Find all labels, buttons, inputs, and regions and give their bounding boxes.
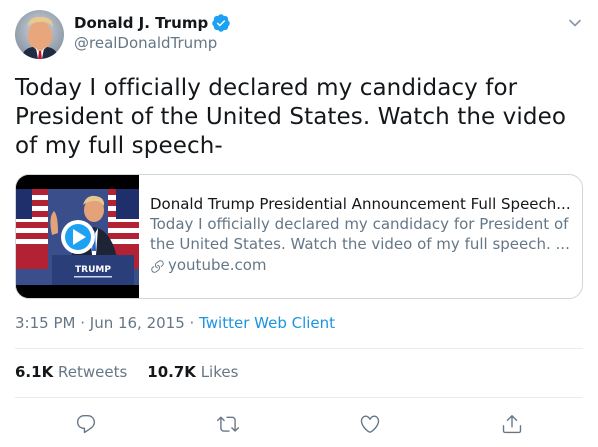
retweets-label: Retweets bbox=[57, 363, 128, 381]
card-body[interactable]: Donald Trump Presidential Announcement F… bbox=[139, 175, 582, 298]
divider bbox=[15, 348, 583, 349]
reply-icon[interactable] bbox=[75, 413, 97, 435]
divider bbox=[15, 397, 583, 398]
display-name[interactable]: Donald J. Trump bbox=[74, 13, 208, 33]
chevron-down-icon[interactable] bbox=[567, 15, 583, 31]
tweet-actions bbox=[0, 410, 598, 438]
meta-separator: · bbox=[184, 314, 200, 332]
link-icon bbox=[150, 258, 165, 273]
author-handle[interactable]: @realDonaldTrump bbox=[74, 33, 217, 53]
link-preview-card[interactable]: TRUMP Donald Trump Presidential Announce… bbox=[15, 174, 583, 299]
card-domain-text: youtube.com bbox=[168, 256, 267, 274]
meta-separator: · bbox=[75, 314, 90, 332]
tweet-time[interactable]: 3:15 PM bbox=[15, 313, 75, 333]
tweet-text: Today I officially declared my candidacy… bbox=[15, 75, 566, 159]
share-icon[interactable] bbox=[501, 413, 523, 435]
video-thumbnail-image: TRUMP bbox=[16, 175, 139, 298]
like-icon[interactable] bbox=[359, 413, 381, 435]
retweets-stat[interactable]: 6.1K Retweets bbox=[15, 362, 127, 382]
tweet-meta: 3:15 PM · Jun 16, 2015 · Twitter Web Cli… bbox=[15, 313, 335, 333]
tweet-date[interactable]: Jun 16, 2015 bbox=[90, 313, 185, 333]
card-title[interactable]: Donald Trump Presidential Announcement F… bbox=[150, 194, 572, 214]
avatar-image bbox=[15, 10, 64, 59]
thumb-podium-text: TRUMP bbox=[75, 265, 111, 275]
tweet-stats: 6.1K Retweets 10.7K Likes bbox=[15, 362, 238, 382]
likes-stat[interactable]: 10.7K Likes bbox=[147, 362, 238, 382]
card-thumbnail[interactable]: TRUMP bbox=[16, 175, 139, 298]
likes-count: 10.7K bbox=[147, 363, 196, 381]
retweets-count: 6.1K bbox=[15, 363, 54, 381]
author-name-row[interactable]: Donald J. Trump bbox=[74, 13, 231, 33]
verified-badge-icon bbox=[211, 13, 231, 33]
card-description: Today I officially declared my candidacy… bbox=[150, 215, 570, 253]
avatar[interactable] bbox=[15, 10, 64, 59]
tweet-source-link[interactable]: Twitter Web Client bbox=[199, 313, 335, 333]
retweet-icon[interactable] bbox=[217, 413, 239, 435]
likes-label: Likes bbox=[200, 363, 239, 381]
card-domain: youtube.com bbox=[150, 254, 572, 276]
